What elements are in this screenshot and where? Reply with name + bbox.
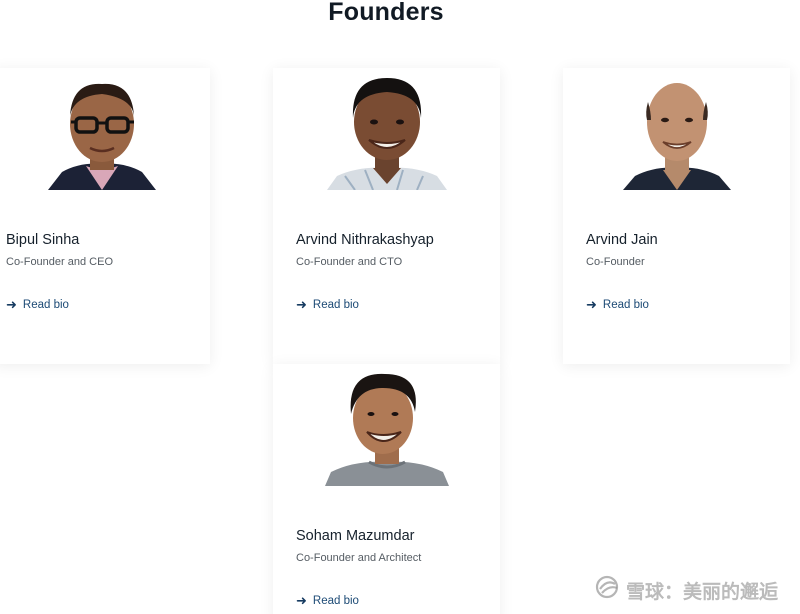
watermark-text: 雪球：美丽的邂逅 bbox=[625, 581, 778, 603]
founder-role: Co-Founder and CEO bbox=[6, 256, 113, 268]
founder-card-bipul-sinha: Bipul Sinha Co-Founder and CEO ➜ Read bi… bbox=[0, 68, 210, 364]
read-bio-label: Read bio bbox=[22, 298, 69, 311]
founder-role: Co-Founder and Architect bbox=[296, 552, 422, 564]
arrow-right-icon: ➜ bbox=[296, 593, 307, 608]
snowball-logo-icon bbox=[594, 575, 622, 605]
founder-photo bbox=[325, 72, 449, 190]
read-bio-link[interactable]: ➜ Read bio bbox=[296, 298, 359, 311]
read-bio-label: Read bio bbox=[602, 298, 649, 311]
read-bio-link[interactable]: ➜ Read bio bbox=[6, 298, 69, 311]
read-bio-label: Read bio bbox=[312, 594, 359, 607]
founder-name: Soham Mazumdar bbox=[296, 528, 415, 544]
founder-photo bbox=[40, 72, 164, 190]
founder-photo bbox=[324, 368, 449, 486]
founder-card-arvind-jain: Arvind Jain Co-Founder ➜ Read bio bbox=[563, 68, 790, 364]
read-bio-label: Read bio bbox=[312, 298, 359, 311]
founder-photo bbox=[615, 72, 739, 190]
founder-role: Co-Founder and CTO bbox=[296, 256, 403, 268]
founders-page: Founders Bipul Sinha Co-Founder and CEO … bbox=[0, 0, 800, 614]
arrow-right-icon: ➜ bbox=[6, 297, 17, 312]
arrow-right-icon: ➜ bbox=[586, 297, 597, 312]
watermark: 雪球：美丽的邂逅 bbox=[594, 575, 778, 605]
founder-card-arvind-nithrakashyap: Arvind Nithrakashyap Co-Founder and CTO … bbox=[273, 68, 500, 364]
read-bio-link[interactable]: ➜ Read bio bbox=[586, 298, 649, 311]
founder-card-soham-mazumdar: Soham Mazumdar Co-Founder and Architect … bbox=[273, 364, 500, 614]
founder-role: Co-Founder bbox=[586, 256, 645, 268]
section-title: Founders bbox=[328, 0, 444, 26]
read-bio-link[interactable]: ➜ Read bio bbox=[296, 594, 359, 607]
arrow-right-icon: ➜ bbox=[296, 297, 307, 312]
founder-name: Bipul Sinha bbox=[6, 232, 80, 248]
founder-name: Arvind Nithrakashyap bbox=[296, 232, 434, 248]
founder-name: Arvind Jain bbox=[586, 232, 658, 248]
